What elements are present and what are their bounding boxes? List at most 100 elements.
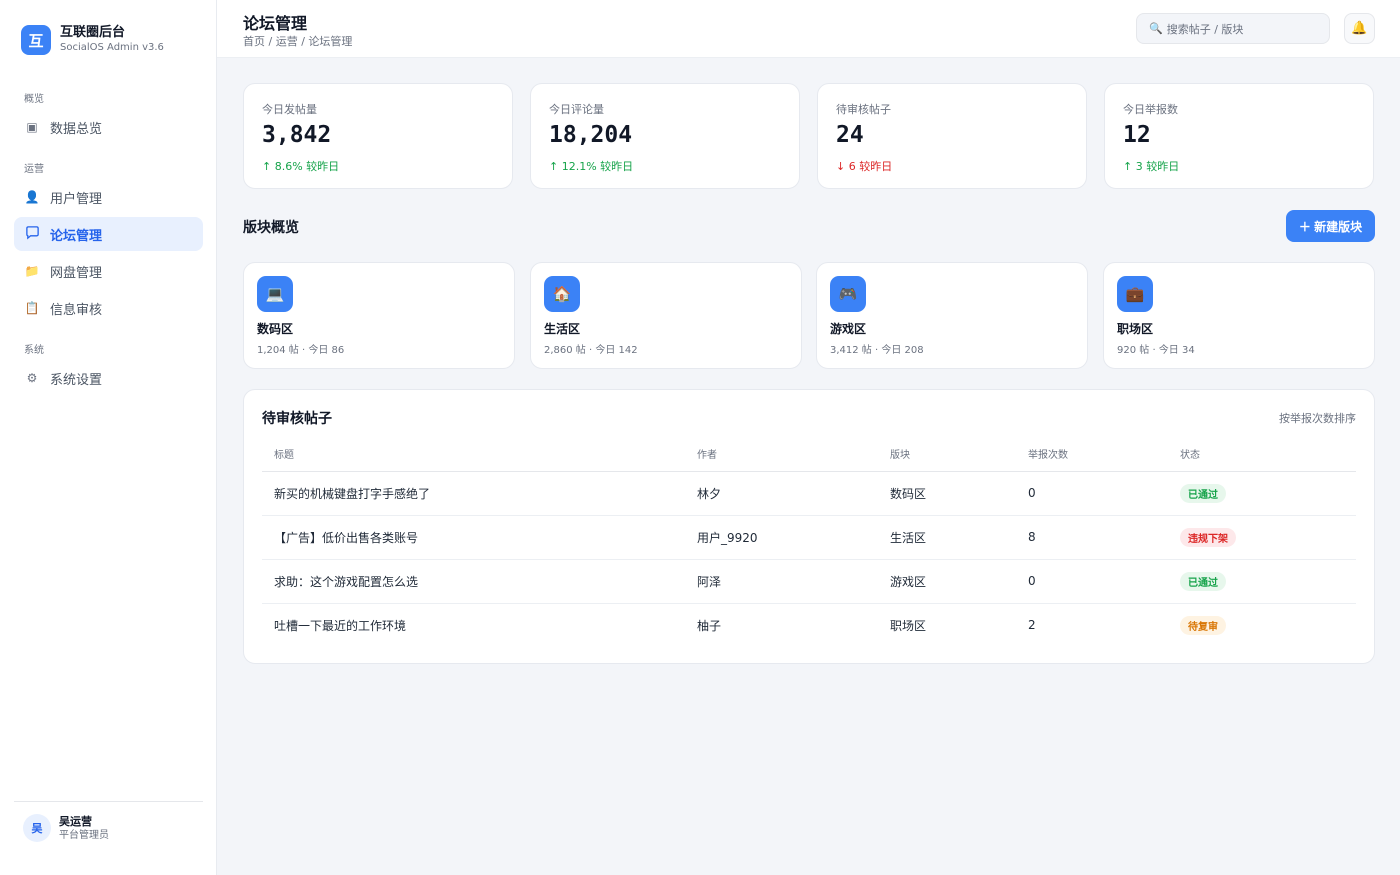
board-meta: 3,412 帖 · 今日 208 xyxy=(830,345,924,356)
status-cell: 已通过 xyxy=(1168,471,1356,516)
stat-value: 3,842 xyxy=(262,122,332,148)
panel-title: 待审核帖子 xyxy=(262,411,332,427)
nav-section-system: 系统 xyxy=(24,345,44,356)
sidebar-item-label: 信息审核 xyxy=(50,302,103,318)
user-icon: 👤 xyxy=(24,190,40,204)
breadcrumb[interactable]: 首页 / 运营 / 论坛管理 xyxy=(243,33,352,49)
notification-bell-icon[interactable]: 🔔 xyxy=(1344,13,1375,44)
column-header-reports[interactable]: 举报次数 xyxy=(1016,437,1168,472)
stat-value: 12 xyxy=(1123,122,1151,148)
brand-subtitle: SocialOS Admin v3.6 xyxy=(60,42,164,53)
brand-logo: 互 xyxy=(21,25,51,55)
table-row[interactable]: 新买的机械键盘打字手感绝了 林夕 数码区 0 已通过 xyxy=(262,471,1356,516)
stat-label: 今日评论量 xyxy=(549,103,604,116)
stat-card-comments: 今日评论量 18,204 ↑ 12.1% 较昨日 xyxy=(530,83,800,189)
stat-label: 今日举报数 xyxy=(1123,103,1178,116)
pending-posts-panel: 待审核帖子 按举报次数排序 标题 作者 版块 举报次数 状态 新买的机械键盘打字… xyxy=(243,389,1375,664)
column-header-author[interactable]: 作者 xyxy=(685,437,878,472)
stat-card-posts: 今日发帖量 3,842 ↑ 8.6% 较昨日 xyxy=(243,83,513,189)
sidebar-item-dashboard[interactable]: ▣ 数据总览 xyxy=(14,110,203,144)
report-count: 0 xyxy=(1016,471,1168,516)
post-author: 柚子 xyxy=(697,618,722,633)
board-name: 生活区 xyxy=(544,322,581,336)
table-row[interactable]: 吐槽一下最近的工作环境 柚子 职场区 2 待复审 xyxy=(262,603,1356,647)
post-title[interactable]: 新买的机械键盘打字手感绝了 xyxy=(262,471,685,516)
post-board: 数码区 xyxy=(878,471,1016,516)
table-row[interactable]: 求助：这个游戏配置怎么选 阿泽 游戏区 0 已通过 xyxy=(262,559,1356,604)
post-author: 阿泽 xyxy=(685,559,878,604)
board-card-digital[interactable]: 💻 数码区 1,204 帖 · 今日 86 xyxy=(243,262,515,369)
post-author: 林夕 xyxy=(685,471,878,516)
board-name: 职场区 xyxy=(1117,322,1154,336)
section-title-boards: 版块概览 xyxy=(243,220,299,236)
sidebar-item-review[interactable]: 📋 信息审核 xyxy=(14,291,203,325)
post-board: 职场区 xyxy=(890,618,927,633)
avatar: 吴 xyxy=(23,814,51,842)
dashboard-icon: ▣ xyxy=(26,120,38,134)
board-name: 游戏区 xyxy=(830,322,867,336)
pending-posts-table: 标题 作者 版块 举报次数 状态 新买的机械键盘打字手感绝了 林夕 数码区 0 … xyxy=(262,437,1356,647)
chat-bubble-icon xyxy=(24,225,40,243)
post-title[interactable]: 吐槽一下最近的工作环境 xyxy=(262,603,685,647)
stat-change: ↑ 8.6% 较昨日 xyxy=(262,160,340,173)
board-card-career[interactable]: 💼 职场区 920 帖 · 今日 34 xyxy=(1103,262,1375,369)
sidebar-item-label: 系统设置 xyxy=(50,372,103,388)
sidebar-item-settings[interactable]: ⚙ 系统设置 xyxy=(14,361,203,395)
nav-section-operations: 运营 xyxy=(24,164,44,175)
status-badge: 已通过 xyxy=(1180,483,1226,503)
sidebar-item-users[interactable]: 👤 用户管理 xyxy=(14,180,203,214)
nav-section-overview: 概览 xyxy=(24,94,44,105)
stat-card-reports: 今日举报数 12 ↑ 3 较昨日 xyxy=(1104,83,1374,189)
status-badge: 已通过 xyxy=(1180,571,1226,591)
table-header-row: 标题 作者 版块 举报次数 状态 xyxy=(262,437,1356,472)
status-cell: 已通过 xyxy=(1168,559,1356,604)
post-author: 用户_9920 xyxy=(685,515,878,560)
board-name: 数码区 xyxy=(257,322,294,336)
new-board-button[interactable]: ＋ 新建版块 xyxy=(1286,210,1375,242)
post-title[interactable]: 求助：这个游戏配置怎么选 xyxy=(262,559,685,604)
board-meta: 2,860 帖 · 今日 142 xyxy=(544,345,638,356)
stat-change: ↑ 3 较昨日 xyxy=(1123,160,1180,173)
gear-icon: ⚙ xyxy=(26,371,38,385)
post-board: 生活区 xyxy=(878,515,1016,560)
sort-by-reports-link[interactable]: 按举报次数排序 xyxy=(1279,410,1356,426)
gamepad-icon: 🎮 xyxy=(830,276,866,312)
column-header-title[interactable]: 标题 xyxy=(262,437,685,472)
board-meta: 1,204 帖 · 今日 86 xyxy=(257,345,345,356)
user-profile[interactable]: 吴 吴运营 平台管理员 xyxy=(23,814,109,842)
page-title: 论坛管理 xyxy=(243,14,308,33)
report-count: 2 xyxy=(1028,618,1036,633)
stat-value: 24 xyxy=(836,122,864,148)
column-header-status[interactable]: 状态 xyxy=(1168,437,1356,472)
board-card-game[interactable]: 🎮 游戏区 3,412 帖 · 今日 208 xyxy=(816,262,1088,369)
post-title[interactable]: 【广告】低价出售各类账号 xyxy=(262,515,685,560)
sidebar-item-label: 数据总览 xyxy=(50,121,103,137)
status-cell: 违规下架 xyxy=(1168,515,1356,560)
sidebar-item-label: 网盘管理 xyxy=(50,265,103,281)
brand[interactable]: 互 互联圈后台 SocialOS Admin v3.6 xyxy=(21,25,164,55)
stat-label: 今日发帖量 xyxy=(262,103,317,116)
sidebar-item-forum[interactable]: 论坛管理 xyxy=(14,217,203,251)
folder-icon: 📁 xyxy=(24,264,40,278)
clipboard-icon: 📋 xyxy=(24,301,40,315)
sidebar-item-netdisk[interactable]: 📁 网盘管理 xyxy=(14,254,203,288)
search-icon: 🔍 xyxy=(1149,22,1163,35)
user-name: 吴运营 xyxy=(59,815,92,828)
sidebar-divider xyxy=(14,801,203,802)
board-card-life[interactable]: 🏠 生活区 2,860 帖 · 今日 142 xyxy=(530,262,802,369)
briefcase-icon: 💼 xyxy=(1117,276,1153,312)
report-count: 0 xyxy=(1016,559,1168,604)
column-header-board[interactable]: 版块 xyxy=(878,437,1016,472)
stat-value: 18,204 xyxy=(549,122,633,148)
stat-card-pending: 待审核帖子 24 ↓ 6 较昨日 xyxy=(817,83,1087,189)
topbar: 论坛管理 首页 / 运营 / 论坛管理 🔍 搜索帖子 / 版块 🔔 xyxy=(217,0,1400,58)
laptop-icon: 💻 xyxy=(257,276,293,312)
brand-title: 互联圈后台 xyxy=(60,25,126,40)
stat-change: ↑ 12.1% 较昨日 xyxy=(549,160,634,173)
table-row[interactable]: 【广告】低价出售各类账号 用户_9920 生活区 8 违规下架 xyxy=(262,515,1356,560)
search-input[interactable]: 🔍 搜索帖子 / 版块 xyxy=(1136,13,1330,44)
stat-label: 待审核帖子 xyxy=(836,103,891,116)
status-badge: 待复审 xyxy=(1180,615,1226,635)
stat-change: ↓ 6 较昨日 xyxy=(836,160,893,173)
sidebar-item-label: 用户管理 xyxy=(50,191,103,207)
